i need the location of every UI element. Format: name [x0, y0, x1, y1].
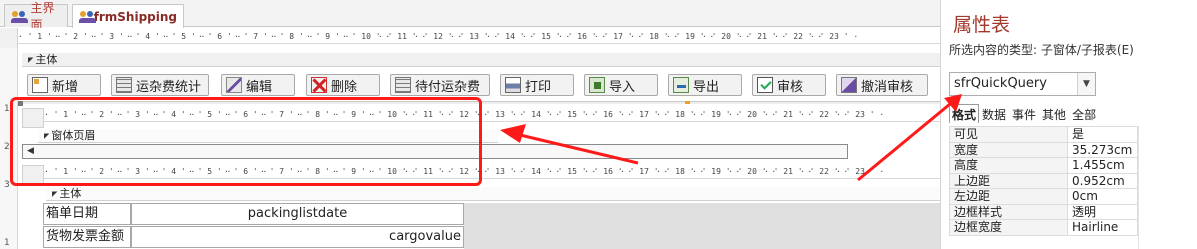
annotation-arrow-left [519, 133, 639, 165]
annotation-arrow-right [857, 102, 951, 182]
annotation-arrowhead-left [500, 124, 526, 143]
annotation-arrows [500, 94, 962, 182]
annotation-arrowhead-right [944, 94, 962, 112]
